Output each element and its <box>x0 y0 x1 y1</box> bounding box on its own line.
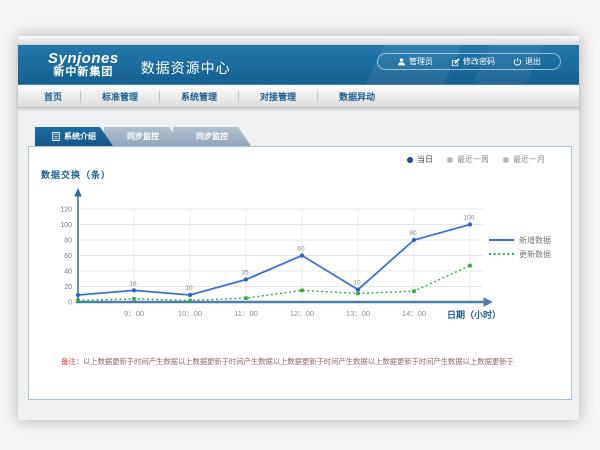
x-tick-label: 12：00 <box>290 309 314 318</box>
nav-item-system-mgmt[interactable]: 系统管理 <box>160 90 238 103</box>
tab-sync-monitor-1[interactable]: 同步监控 <box>104 127 182 146</box>
time-range-filter: 当日 最近一周 最近一月 <box>407 154 545 165</box>
data-point-marker <box>412 238 416 242</box>
data-point-marker <box>76 299 80 303</box>
y-tick-label: 80 <box>64 238 72 245</box>
tab-label: 同步监控 <box>127 132 159 141</box>
page-title: 数据资源中心 <box>141 58 231 78</box>
data-point-marker <box>132 288 136 292</box>
user-icon <box>397 57 406 67</box>
nav-item-interface-mgmt[interactable]: 对接管理 <box>239 90 317 103</box>
data-point-marker <box>244 277 248 281</box>
y-tick-label: 20 <box>64 284 72 291</box>
legend-label: 新增数据 <box>519 235 551 245</box>
app-window: Synjones 新中新集团 数据资源中心 管理员 修改密码 <box>18 36 579 420</box>
data-point-marker <box>76 293 80 297</box>
change-password-button[interactable]: 修改密码 <box>442 56 504 67</box>
line-chart: 0 20 40 60 80 100 120 18 10 35 60 10 80 100 9：00 10：00 1… <box>31 186 571 338</box>
data-point-marker <box>468 264 472 268</box>
footnote: 备注：以上数据更新于时间产生数据以上数据更新于时间产生数据以上数据更新于时间产生… <box>61 356 561 367</box>
tab-system-intro[interactable]: 系统介绍 <box>35 127 113 146</box>
data-point-marker <box>300 289 304 293</box>
x-axis-title: 日期（小时） <box>447 309 501 320</box>
data-point-marker <box>188 299 192 303</box>
x-axis-arrow-icon <box>484 297 494 307</box>
radio-last-week[interactable]: 最近一周 <box>447 154 489 165</box>
y-tick-label: 100 <box>60 222 72 229</box>
data-point-label: 18 <box>129 280 137 287</box>
data-point-marker <box>300 253 304 257</box>
brand-name-cn: 新中新集团 <box>48 67 119 79</box>
document-icon <box>52 132 60 141</box>
data-point-marker <box>244 296 248 300</box>
footnote-text: ：以上数据更新于时间产生数据以上数据更新于时间产生数据以上数据更新于时间产生数据… <box>76 357 514 366</box>
x-tick-label: 9：00 <box>124 309 144 318</box>
data-point-marker <box>356 292 360 296</box>
data-point-marker <box>188 293 192 297</box>
footnote-label: 备注 <box>61 357 76 366</box>
data-point-label: 35 <box>241 270 249 277</box>
data-point-label: 60 <box>297 246 305 253</box>
data-point-marker <box>132 297 136 301</box>
brand-logo: Synjones 新中新集团 <box>48 51 119 78</box>
nav-item-data-change[interactable]: 数据异动 <box>318 90 396 103</box>
app-header: Synjones 新中新集团 数据资源中心 管理员 修改密码 <box>18 45 579 85</box>
tab-bar: 系统介绍 同步监控 同步监控 <box>35 127 242 146</box>
radio-label: 最近一月 <box>513 154 545 165</box>
radio-dot-icon <box>503 157 509 163</box>
legend-label: 更新数据 <box>519 249 551 259</box>
y-axis-arrow-icon <box>74 188 82 197</box>
user-toolbar: 管理员 修改密码 退出 <box>377 53 561 70</box>
brand-name-en: Synjones <box>48 51 119 67</box>
data-point-label: 80 <box>409 230 417 237</box>
tab-label: 系统介绍 <box>64 127 96 146</box>
tab-sync-monitor-2[interactable]: 同步监控 <box>173 127 251 146</box>
x-tick-label: 11：00 <box>234 309 258 318</box>
tab-label: 同步监控 <box>196 132 228 141</box>
data-point-label: 10 <box>185 285 193 292</box>
data-point-marker <box>356 288 360 292</box>
y-tick-label: 120 <box>60 207 72 214</box>
nav-item-standard-mgmt[interactable]: 标准管理 <box>81 90 159 103</box>
radio-label: 最近一周 <box>457 154 489 165</box>
y-axis-title: 数据交换（条） <box>41 168 111 181</box>
y-tick-label: 60 <box>64 253 72 260</box>
logout-button[interactable]: 退出 <box>504 56 550 67</box>
radio-dot-icon <box>407 157 413 163</box>
window-top-strip <box>18 36 579 45</box>
change-password-label: 修改密码 <box>463 56 495 67</box>
power-icon <box>513 57 522 67</box>
logout-label: 退出 <box>525 56 541 67</box>
x-tick-label: 10：00 <box>178 309 202 318</box>
main-content: 系统介绍 同步监控 同步监控 当日 最近一周 <box>18 108 579 419</box>
radio-today[interactable]: 当日 <box>407 154 433 165</box>
nav-item-home[interactable]: 首页 <box>18 90 80 103</box>
data-point-marker <box>412 289 416 293</box>
radio-last-month[interactable]: 最近一月 <box>503 154 545 165</box>
radio-dot-icon <box>447 157 453 163</box>
data-point-label: 10 <box>353 280 361 287</box>
admin-user-button[interactable]: 管理员 <box>388 56 442 67</box>
admin-user-label: 管理员 <box>409 56 433 67</box>
x-tick-label: 13：00 <box>346 309 370 318</box>
y-tick-label: 40 <box>64 269 72 276</box>
data-point-marker <box>468 222 472 226</box>
radio-label: 当日 <box>417 154 433 165</box>
data-point-label: 100 <box>464 215 475 222</box>
chart-panel: 当日 最近一周 最近一月 数据交换（条） 0 20 40 60 80 100 120 18 10… <box>28 146 572 400</box>
y-tick-label: 0 <box>68 300 72 307</box>
edit-icon <box>451 57 460 67</box>
x-tick-label: 14：00 <box>402 309 426 318</box>
main-nav: 首页 标准管理 系统管理 对接管理 数据异动 <box>18 85 579 108</box>
